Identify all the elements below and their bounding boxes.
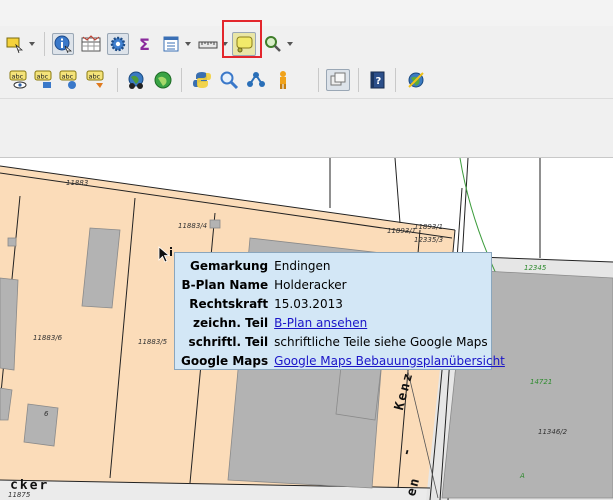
help-contents-button[interactable]: ? bbox=[366, 69, 388, 91]
field-label: zeichn. Teil bbox=[193, 315, 269, 330]
label-eye-icon: abc bbox=[9, 70, 27, 89]
coordinate-capture-button[interactable] bbox=[405, 69, 427, 91]
search-button[interactable] bbox=[218, 69, 240, 91]
globe-plugin-button[interactable] bbox=[125, 69, 147, 91]
toolbar-separator bbox=[117, 68, 118, 92]
python-console-button[interactable] bbox=[191, 69, 213, 91]
parcel-label: 11883/4 bbox=[178, 222, 208, 230]
map-tip-row: Gemarkung Endingen bbox=[179, 256, 507, 275]
overview-panel-button[interactable] bbox=[326, 69, 350, 91]
toolbar-separator bbox=[181, 68, 182, 92]
parcel-label: 11346/2 bbox=[538, 428, 568, 436]
show-hide-labels-button[interactable]: abc bbox=[58, 69, 80, 91]
select-rectangle-icon bbox=[6, 37, 23, 53]
network-plugin-button[interactable] bbox=[245, 69, 267, 91]
toolbox-button[interactable] bbox=[107, 33, 129, 55]
field-label: schriftl. Teil bbox=[188, 334, 269, 349]
parcel-label: 11883/6 bbox=[33, 334, 63, 342]
network-nodes-icon bbox=[247, 72, 265, 87]
select-dropdown-arrow[interactable] bbox=[29, 42, 35, 46]
attribute-table-icon bbox=[81, 35, 101, 52]
layer-labeling-button[interactable]: abc bbox=[8, 69, 30, 91]
google-maps-link[interactable]: Google Maps Bebauungsplanübersicht bbox=[274, 354, 505, 368]
label-pin-icon: abc bbox=[34, 70, 52, 88]
globe-binoculars-icon bbox=[128, 71, 144, 89]
field-value: Endingen bbox=[274, 258, 331, 273]
field-label: B-Plan Name bbox=[181, 277, 269, 292]
crosshair-globe-icon bbox=[408, 72, 424, 88]
svg-text:?: ? bbox=[376, 76, 382, 87]
parcel-label: 11883 bbox=[66, 179, 89, 187]
zoom-dropdown-arrow[interactable] bbox=[287, 42, 293, 46]
gear-icon bbox=[110, 36, 126, 52]
identify-features-button[interactable] bbox=[52, 33, 74, 55]
measure-line-button[interactable] bbox=[197, 33, 219, 55]
parcel-label: 11883/5 bbox=[138, 338, 168, 346]
parcel-label: 11893/1 bbox=[387, 227, 417, 235]
select-features-button[interactable] bbox=[3, 33, 25, 55]
label-toolbar: abc abc abc abc ? bbox=[0, 62, 613, 99]
calculator-dropdown-arrow[interactable] bbox=[185, 42, 191, 46]
sigma-icon: Σ bbox=[139, 35, 150, 53]
svg-text:abc: abc bbox=[62, 73, 74, 81]
map-tip-table: Gemarkung Endingen B-Plan Name Holderack… bbox=[179, 256, 507, 370]
svg-text:abc: abc bbox=[37, 73, 49, 81]
magnifier-icon bbox=[265, 36, 281, 52]
move-label-button[interactable]: abc bbox=[85, 69, 107, 91]
ruler-icon bbox=[198, 41, 218, 49]
toolbar-empty-area bbox=[0, 99, 613, 158]
b-plan-view-link[interactable]: B-Plan ansehen bbox=[274, 316, 367, 330]
parcel-label: A bbox=[520, 472, 525, 480]
attributes-toolbar: Σ bbox=[0, 26, 613, 63]
field-label: Google Maps bbox=[181, 353, 269, 368]
svg-text:Σ: Σ bbox=[139, 35, 150, 53]
field-label: Gemarkung bbox=[189, 258, 269, 273]
label-move-icon: abc bbox=[86, 70, 104, 88]
map-tip-row: zeichn. Teil B-Plan ansehen bbox=[179, 313, 507, 332]
search-icon bbox=[220, 71, 239, 90]
identify-icon bbox=[54, 35, 72, 53]
python-icon bbox=[193, 72, 211, 88]
calculator-table-icon bbox=[163, 36, 179, 52]
map-tips-highlight-box bbox=[222, 20, 262, 58]
parcel-label: 14721 bbox=[530, 378, 553, 386]
map-tip-row: schriftl. Teil schriftliche Teile siehe … bbox=[179, 332, 507, 351]
parcel-label: 12345 bbox=[524, 264, 547, 272]
field-value: Holderacker bbox=[274, 277, 347, 292]
field-value: 15.03.2013 bbox=[274, 296, 343, 311]
person-icon bbox=[280, 71, 286, 89]
toolbar-separator bbox=[44, 32, 45, 56]
map-tip-popup: Gemarkung Endingen B-Plan Name Holderack… bbox=[174, 252, 505, 370]
green-globe-icon bbox=[154, 71, 172, 89]
parcel-label: 6 bbox=[44, 410, 49, 418]
svg-text:abc: abc bbox=[89, 73, 101, 81]
user-plugin-button[interactable] bbox=[272, 69, 294, 91]
field-value: schriftliche Teile siehe Google Maps bbox=[274, 334, 488, 349]
svg-text:abc: abc bbox=[12, 73, 24, 81]
map-tip-row: B-Plan Name Holderacker bbox=[179, 275, 507, 294]
parcel-label: 12335/3 bbox=[414, 236, 444, 244]
field-label: Rechtskraft bbox=[189, 296, 269, 311]
toolbar-separator bbox=[318, 68, 319, 92]
field-value: B-Plan ansehen bbox=[272, 313, 507, 332]
zoom-to-selection-button[interactable] bbox=[262, 33, 284, 55]
toolbar-separator bbox=[358, 68, 359, 92]
window-top-strip bbox=[0, 0, 613, 26]
pin-labels-button[interactable]: abc bbox=[33, 69, 55, 91]
open-attribute-table-button[interactable] bbox=[80, 33, 102, 55]
parcel-label: 11893/1 bbox=[414, 223, 444, 231]
street-name-label: cker bbox=[9, 477, 50, 494]
map-tip-row: Rechtskraft 15.03.2013 bbox=[179, 294, 507, 313]
label-toggle-icon: abc bbox=[59, 70, 77, 89]
field-value: Google Maps Bebauungsplanübersicht bbox=[272, 351, 507, 370]
windows-overlap-icon bbox=[330, 72, 346, 86]
help-book-icon: ? bbox=[370, 71, 385, 89]
map-tip-row: Google Maps Google Maps Bebauungsplanübe… bbox=[179, 351, 507, 370]
toolbar-separator bbox=[395, 68, 396, 92]
earth-plugin-button[interactable] bbox=[152, 69, 174, 91]
field-calculator-button[interactable] bbox=[160, 33, 182, 55]
statistical-summary-button[interactable]: Σ bbox=[134, 33, 156, 55]
